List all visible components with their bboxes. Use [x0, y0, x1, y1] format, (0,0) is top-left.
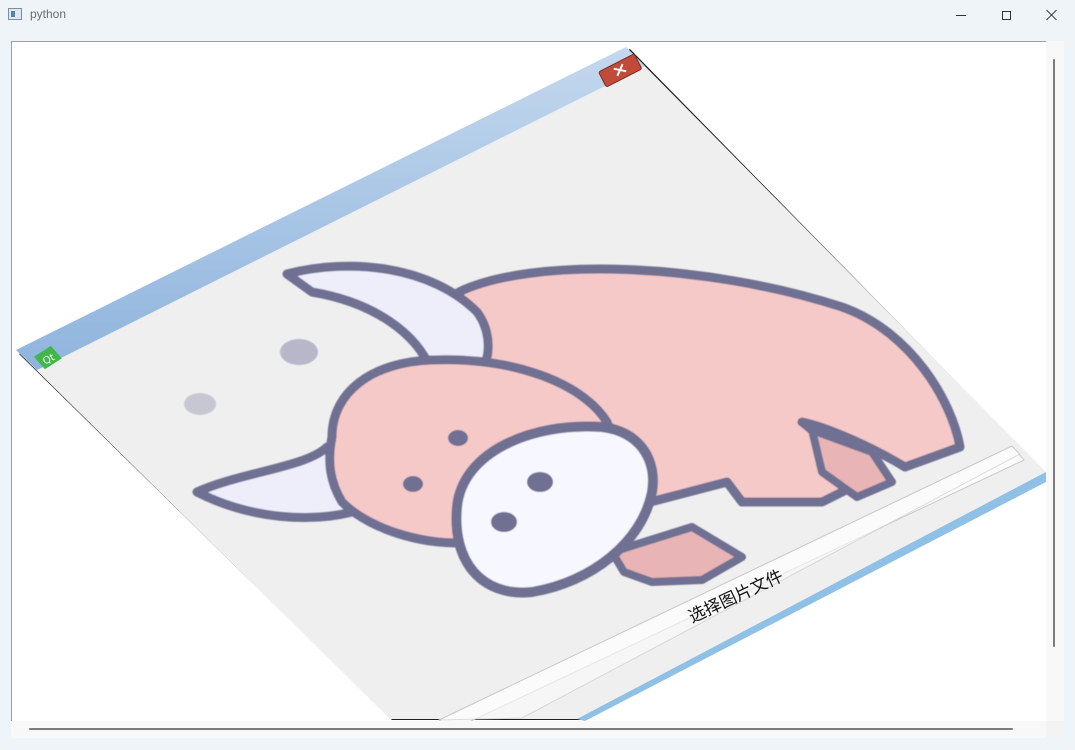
bull-nostril	[491, 512, 517, 532]
transformed-widget-scene: Qt 选择图片文件	[16, 47, 1046, 722]
bull-eye	[403, 476, 423, 492]
maximize-button[interactable]	[983, 0, 1029, 30]
horizontal-scrollbar[interactable]	[11, 721, 1046, 738]
window-app-icon	[8, 8, 22, 20]
vertical-scroll-thumb[interactable]	[1053, 59, 1055, 647]
bull-nostril	[527, 472, 553, 492]
title-bar[interactable]: python	[0, 0, 1075, 30]
shadow-dot	[184, 393, 216, 415]
horizontal-scroll-thumb[interactable]	[29, 728, 1013, 730]
close-icon	[1046, 9, 1058, 21]
graphics-view[interactable]: Qt 选择图片文件	[11, 41, 1063, 738]
vertical-scrollbar[interactable]	[1046, 41, 1064, 721]
maximize-icon	[1001, 10, 1011, 20]
window-title: python	[30, 7, 67, 21]
minimize-button[interactable]	[938, 0, 984, 30]
minimize-icon	[956, 14, 966, 16]
scroll-corner	[1046, 721, 1063, 738]
close-button[interactable]	[1029, 0, 1075, 30]
shadow-dot	[280, 339, 318, 365]
bull-eye	[448, 430, 468, 446]
